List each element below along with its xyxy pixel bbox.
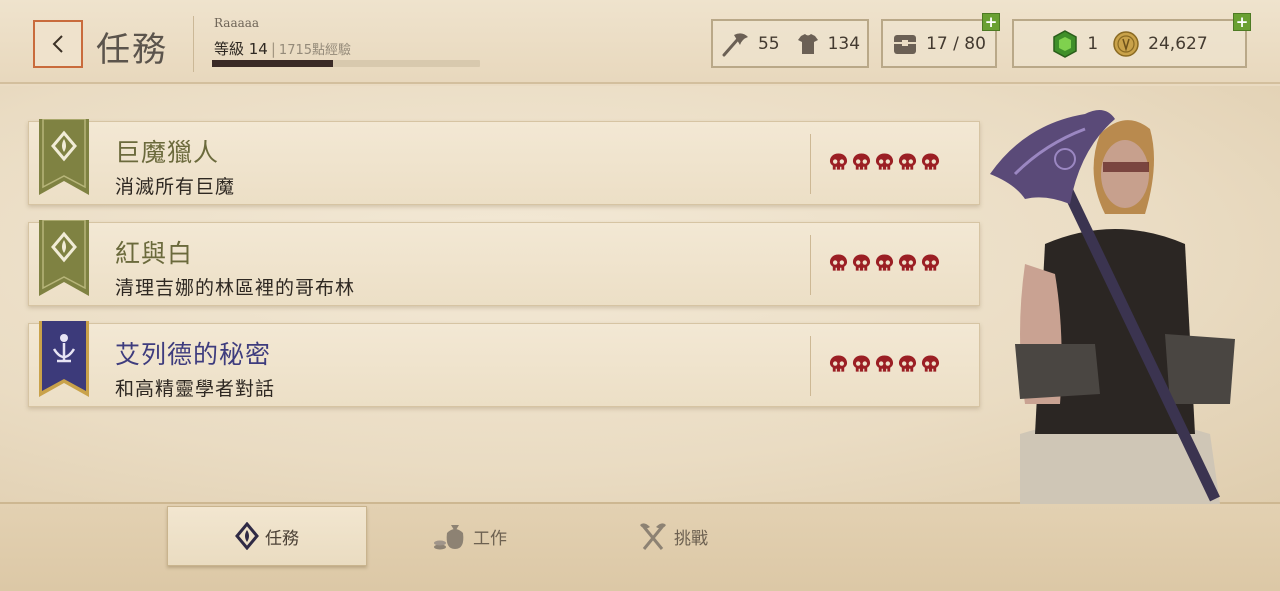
- difficulty-skulls: [829, 152, 940, 172]
- quest-title: 巨魔獵人: [115, 138, 220, 167]
- storage-stats[interactable]: 17 / 80: [881, 19, 997, 68]
- quest-banner-blue-icon: [39, 321, 89, 397]
- quest-card[interactable]: 巨魔獵人 消滅所有巨魔: [28, 119, 980, 205]
- skull-icon: [875, 153, 894, 170]
- quest-description: 和高精靈學者對話: [115, 378, 276, 400]
- skull-icon: [852, 254, 871, 271]
- add-currency-button[interactable]: +: [1233, 13, 1251, 31]
- skull-icon: [852, 153, 871, 170]
- title-divider: [193, 16, 194, 72]
- gem-icon: [1051, 29, 1079, 58]
- xp-label: 1715點經驗: [278, 43, 352, 58]
- coin-bag-icon: [434, 525, 464, 550]
- axe-icon: [720, 31, 750, 57]
- tab-challenges[interactable]: 挑戰: [573, 506, 773, 566]
- tab-label: 挑戰: [674, 528, 708, 549]
- gold-coin-icon: [1112, 30, 1140, 58]
- quest-title: 艾列德的秘密: [115, 340, 272, 369]
- add-storage-button[interactable]: +: [982, 13, 1000, 31]
- xp-progress-fill: [212, 60, 333, 67]
- skull-icon: [921, 355, 940, 372]
- xp-progress-bar: [212, 60, 480, 67]
- page-title: 任務: [96, 30, 168, 70]
- quest-divider: [810, 134, 811, 194]
- skull-icon: [829, 254, 848, 271]
- player-name: Raaaaa: [214, 16, 260, 30]
- equipment-stats[interactable]: 55 134: [711, 19, 869, 68]
- level-row: 等級 14 | 1715點經驗: [214, 38, 351, 59]
- gold-count: 24,627: [1148, 33, 1208, 54]
- storage-count: 17 / 80: [926, 33, 986, 54]
- difficulty-skulls: [829, 253, 940, 273]
- quest-description: 消滅所有巨魔: [115, 176, 236, 198]
- level-separator: |: [270, 40, 276, 58]
- quest-description: 清理吉娜的林區裡的哥布林: [115, 277, 356, 299]
- skull-icon: [852, 355, 871, 372]
- skull-icon: [875, 254, 894, 271]
- tab-label: 任務: [265, 528, 299, 549]
- currency-stats[interactable]: 1 24,627: [1012, 19, 1247, 68]
- skull-icon: [898, 153, 917, 170]
- quest-list: 巨魔獵人 消滅所有巨魔 紅與白 清理吉娜的林區裡的哥布林 艾列德的秘密 和高精靈…: [28, 119, 980, 424]
- chest-icon: [892, 32, 918, 56]
- gem-count: 1: [1087, 33, 1099, 54]
- quest-card[interactable]: 艾列德的秘密 和高精靈學者對話: [28, 321, 980, 407]
- quest-divider: [810, 235, 811, 295]
- level-label: 等級 14: [214, 40, 268, 58]
- skull-icon: [829, 355, 848, 372]
- difficulty-skulls: [829, 354, 940, 374]
- armor-icon: [796, 32, 820, 56]
- back-button[interactable]: [33, 20, 83, 68]
- skull-icon: [875, 355, 894, 372]
- tab-jobs[interactable]: 工作: [370, 506, 570, 566]
- axe-count: 55: [757, 33, 780, 54]
- quest-divider: [810, 336, 811, 396]
- hero-character-image: [990, 110, 1235, 504]
- quest-diamond-icon: [235, 522, 259, 550]
- skull-icon: [898, 355, 917, 372]
- quest-card[interactable]: 紅與白 清理吉娜的林區裡的哥布林: [28, 220, 980, 306]
- crossed-axes-icon: [640, 523, 666, 550]
- quest-title: 紅與白: [115, 239, 194, 268]
- quest-banner-green-icon: [39, 119, 89, 195]
- skull-icon: [829, 153, 848, 170]
- tab-label: 工作: [473, 528, 507, 549]
- armor-count: 134: [827, 33, 861, 54]
- quest-banner-green-icon: [39, 220, 89, 296]
- tab-quests[interactable]: 任務: [167, 506, 367, 566]
- skull-icon: [921, 254, 940, 271]
- skull-icon: [898, 254, 917, 271]
- skull-icon: [921, 153, 940, 170]
- chevron-left-icon: [52, 35, 63, 53]
